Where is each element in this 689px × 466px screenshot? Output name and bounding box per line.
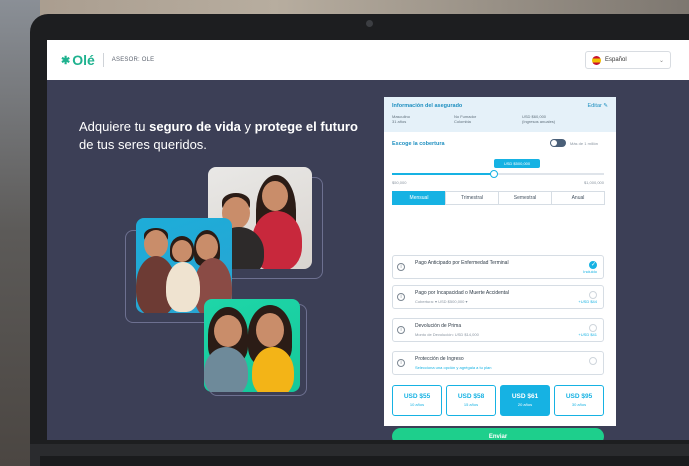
slider-min-label: $50,000 — [392, 180, 407, 185]
price-term: 10 años — [409, 402, 425, 407]
brand-logo[interactable]: ✱ Olé — [61, 52, 95, 68]
info-icon[interactable]: i — [397, 293, 405, 301]
submit-button[interactable]: Enviar — [392, 428, 604, 440]
insured-info-title: Información del asegurado — [392, 103, 463, 109]
coverage-title: Escoge la cobertura — [392, 141, 445, 147]
price-term: 20 años — [517, 402, 533, 407]
girl2-face — [256, 313, 284, 347]
insured-info-box: Información del asegurado Editar ✎ Mascu… — [384, 97, 616, 132]
option-title: Pago por Incapacidad o Muerte Accidental — [415, 290, 509, 296]
asesor-label: ASESOR: OLE — [111, 57, 155, 63]
insured-age: 31 años — [392, 119, 407, 124]
quote-form-panel: Información del asegurado Editar ✎ Mascu… — [384, 97, 616, 440]
info-icon[interactable]: i — [397, 359, 405, 367]
price-card-10[interactable]: USD $55 10 años — [392, 385, 442, 416]
language-label: Español — [605, 57, 627, 63]
option-checkbox[interactable] — [589, 261, 597, 269]
pencil-icon: ✎ — [603, 103, 608, 109]
option-checkbox[interactable] — [589, 291, 597, 299]
chevron-down-icon: ⌄ — [658, 57, 664, 64]
girl-face — [172, 240, 192, 262]
option-title: Pago Anticipado por Enfermedad Terminal — [415, 260, 509, 266]
coverage-slider-fill — [392, 173, 494, 175]
slider-max-label: $1,000,000 — [583, 180, 604, 185]
spain-flag-icon — [592, 55, 601, 65]
option-accidental-death[interactable]: i Pago por Incapacidad o Muerte Accident… — [392, 285, 604, 309]
option-title: Protección de Ingreso — [415, 356, 464, 362]
more-than-million-label: Más de 1 millón — [570, 141, 599, 146]
info-icon[interactable]: i — [397, 263, 405, 271]
app-screen: ✱ Olé ASESOR: OLE Español ⌄ Adquiere tu … — [47, 40, 689, 440]
language-select[interactable]: Español ⌄ — [585, 51, 671, 69]
option-checkbox[interactable] — [589, 357, 597, 365]
price-term: 15 años — [463, 402, 479, 407]
edit-button[interactable]: Editar ✎ — [587, 103, 608, 109]
hero-text-1: Adquiere tu — [79, 119, 146, 134]
hero-text-2: y — [244, 119, 252, 134]
kids-photo — [204, 299, 300, 392]
price-term: 30 años — [571, 402, 587, 407]
tab-trimestral[interactable]: Trimestral — [445, 191, 499, 205]
price-card-20[interactable]: USD $61 20 años — [500, 385, 550, 416]
header-divider — [102, 53, 104, 67]
more-than-million-toggle[interactable] — [550, 139, 566, 147]
woman-face — [262, 181, 288, 211]
hero-headline: Adquiere tu seguro de vida y protege el … — [79, 118, 369, 154]
selected-coverage-badge: USD $500,000 — [494, 159, 540, 168]
option-income-protection[interactable]: i Protección de Ingreso Selecciona una o… — [392, 351, 604, 375]
edit-label: Editar — [587, 103, 602, 109]
tab-semestral[interactable]: Semestral — [498, 191, 552, 205]
option-title: Devolución de Prima — [415, 323, 462, 329]
price-amount: USD $95 — [565, 393, 593, 400]
insured-col-2: No Fumador Colombia — [454, 114, 522, 124]
girl-dress — [166, 262, 200, 312]
term-price-options: USD $55 10 años USD $58 15 años USD $61 … — [392, 385, 604, 416]
option-checkbox[interactable] — [589, 324, 597, 332]
option-price: +USD $41 — [578, 332, 597, 337]
top-bar: ✱ Olé ASESOR: OLE Español ⌄ — [47, 40, 689, 80]
option-subtitle: Selecciona una opción y agrégala a tu pl… — [415, 365, 492, 370]
price-amount: USD $55 — [403, 393, 431, 400]
price-amount: USD $58 — [457, 393, 485, 400]
hero-bold-1: seguro de vida — [149, 119, 241, 134]
option-price: Incluido — [583, 269, 597, 274]
girl2-shirt — [252, 347, 294, 392]
star-icon: ✱ — [61, 54, 71, 67]
insured-income-note: (Ingresos anuales) — [522, 119, 556, 124]
webcam — [366, 20, 373, 27]
price-amount: USD $61 — [511, 393, 539, 400]
insured-col-3: USD $60,000 (Ingresos anuales) — [522, 114, 555, 124]
girl1-shirt — [204, 347, 248, 392]
price-card-15[interactable]: USD $58 15 años — [446, 385, 496, 416]
mom-face — [196, 234, 218, 260]
option-terminal-illness[interactable]: i Pago Anticipado por Enfermedad Termina… — [392, 255, 604, 279]
option-subtitle[interactable]: Cobertura: ▾ USD $500,000 ▾ — [415, 299, 595, 304]
laptop-base — [40, 456, 689, 466]
tab-mensual[interactable]: Mensual — [392, 191, 446, 205]
coverage-slider-handle[interactable] — [490, 170, 498, 178]
payment-frequency-tabs: Mensual Trimestral Semestral Anual — [392, 191, 605, 205]
price-card-30[interactable]: USD $95 30 años — [554, 385, 604, 416]
hero-bold-2: protege el futuro — [254, 119, 358, 134]
hero-text-3: de tus seres queridos. — [79, 137, 207, 152]
girl1-face — [214, 315, 242, 347]
dad-face — [144, 230, 168, 258]
option-premium-return[interactable]: i Devolución de Prima Monto de Devolució… — [392, 318, 604, 342]
info-icon[interactable]: i — [397, 326, 405, 334]
option-subtitle: Monto de Devolución: USD $14,000 — [415, 332, 479, 337]
tab-anual[interactable]: Anual — [551, 191, 605, 205]
insured-country: Colombia — [454, 119, 471, 124]
option-price: +USD $44 — [578, 299, 597, 304]
logo-text: Olé — [72, 52, 95, 68]
insured-col-1: Masculino 31 años — [392, 114, 454, 124]
